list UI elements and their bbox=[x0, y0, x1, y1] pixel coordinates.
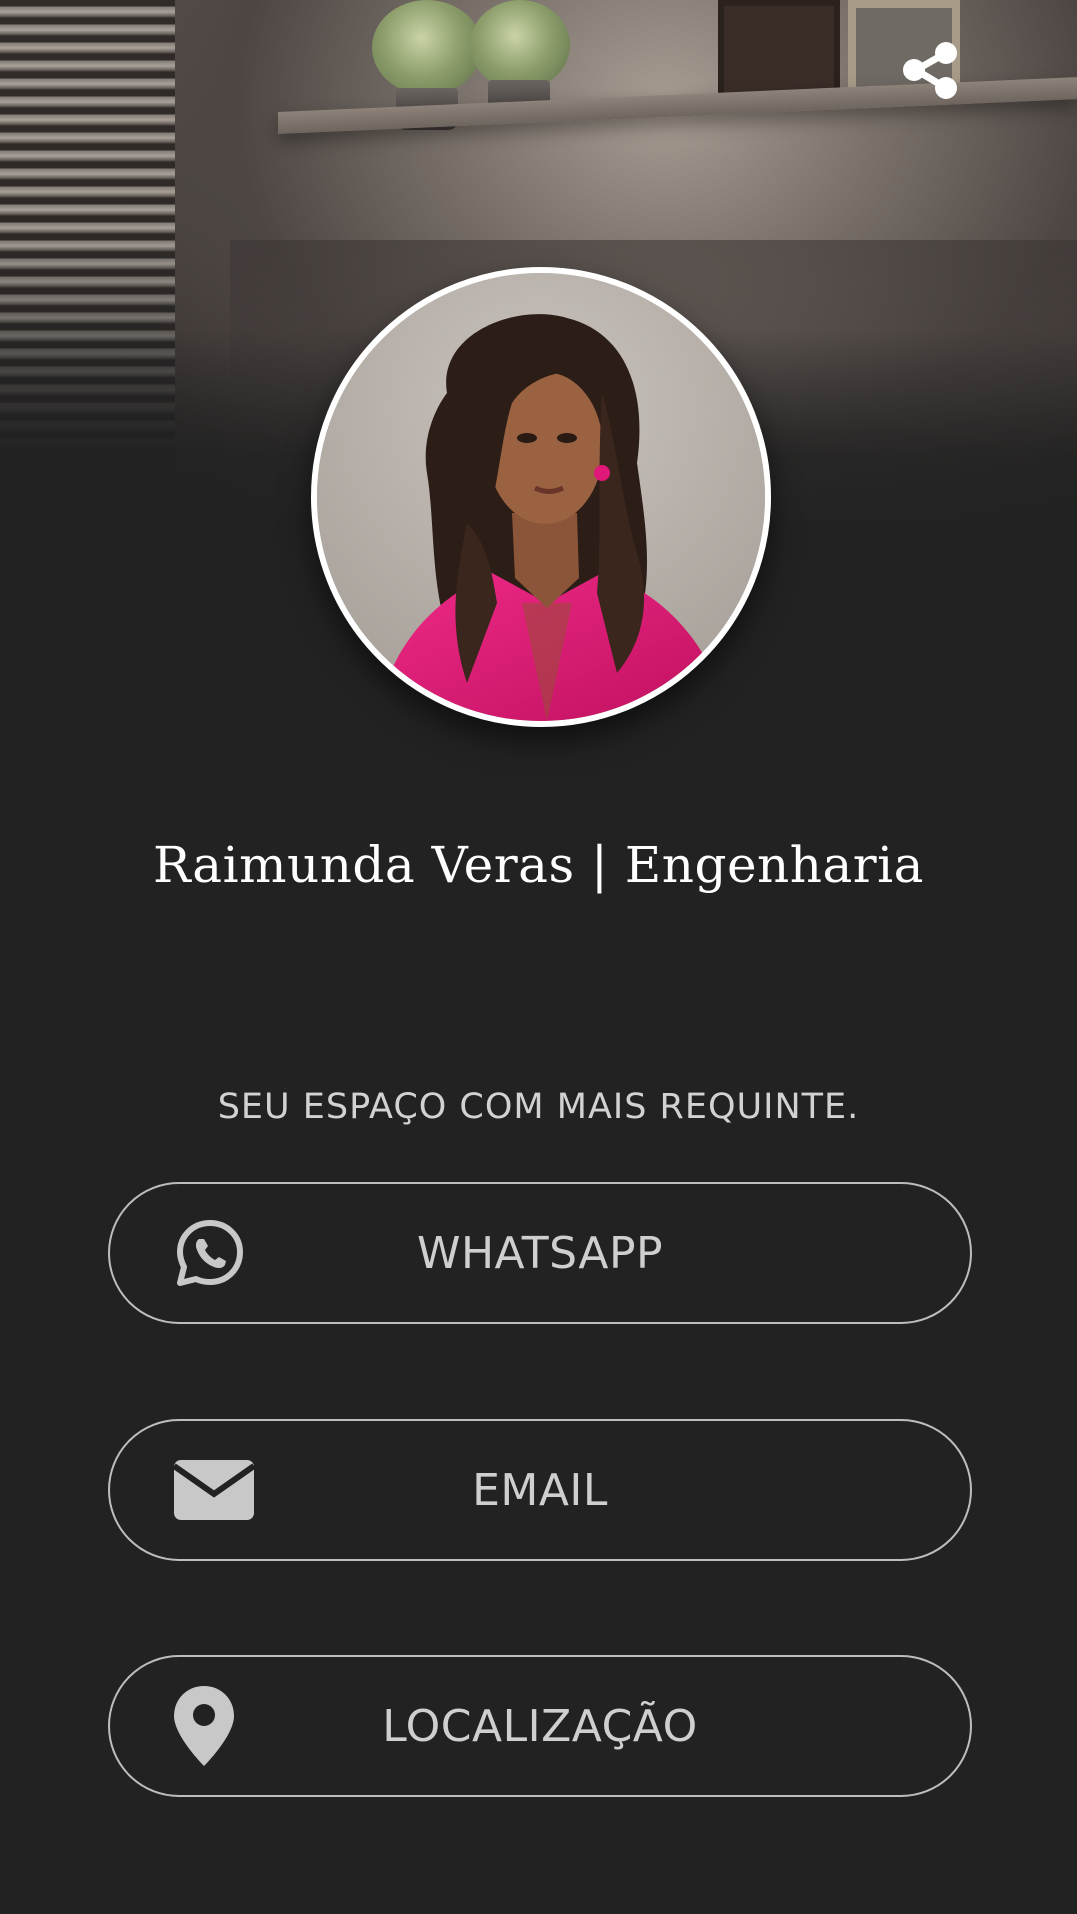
profile-avatar bbox=[311, 267, 771, 727]
location-button[interactable]: LOCALIZAÇÃO bbox=[108, 1655, 972, 1797]
link-bio-page: Raimunda Veras | Engenharia SEU ESPAÇO C… bbox=[0, 0, 1077, 1914]
portrait-image bbox=[317, 273, 765, 721]
plant-left bbox=[372, 0, 482, 95]
whatsapp-button[interactable]: WHATSAPP bbox=[108, 1182, 972, 1324]
email-label: EMAIL bbox=[472, 1464, 608, 1516]
picture-frame-dark bbox=[718, 0, 840, 100]
profile-tagline: SEU ESPAÇO COM MAIS REQUINTE. bbox=[217, 1087, 860, 1127]
location-label: LOCALIZAÇÃO bbox=[382, 1700, 698, 1752]
share-button[interactable] bbox=[895, 36, 965, 106]
plant-right bbox=[470, 0, 570, 90]
profile-name: Raimunda Veras | Engenharia bbox=[153, 836, 924, 894]
email-button[interactable]: EMAIL bbox=[108, 1419, 972, 1561]
whatsapp-label: WHATSAPP bbox=[416, 1227, 664, 1279]
share-icon bbox=[903, 42, 957, 99]
